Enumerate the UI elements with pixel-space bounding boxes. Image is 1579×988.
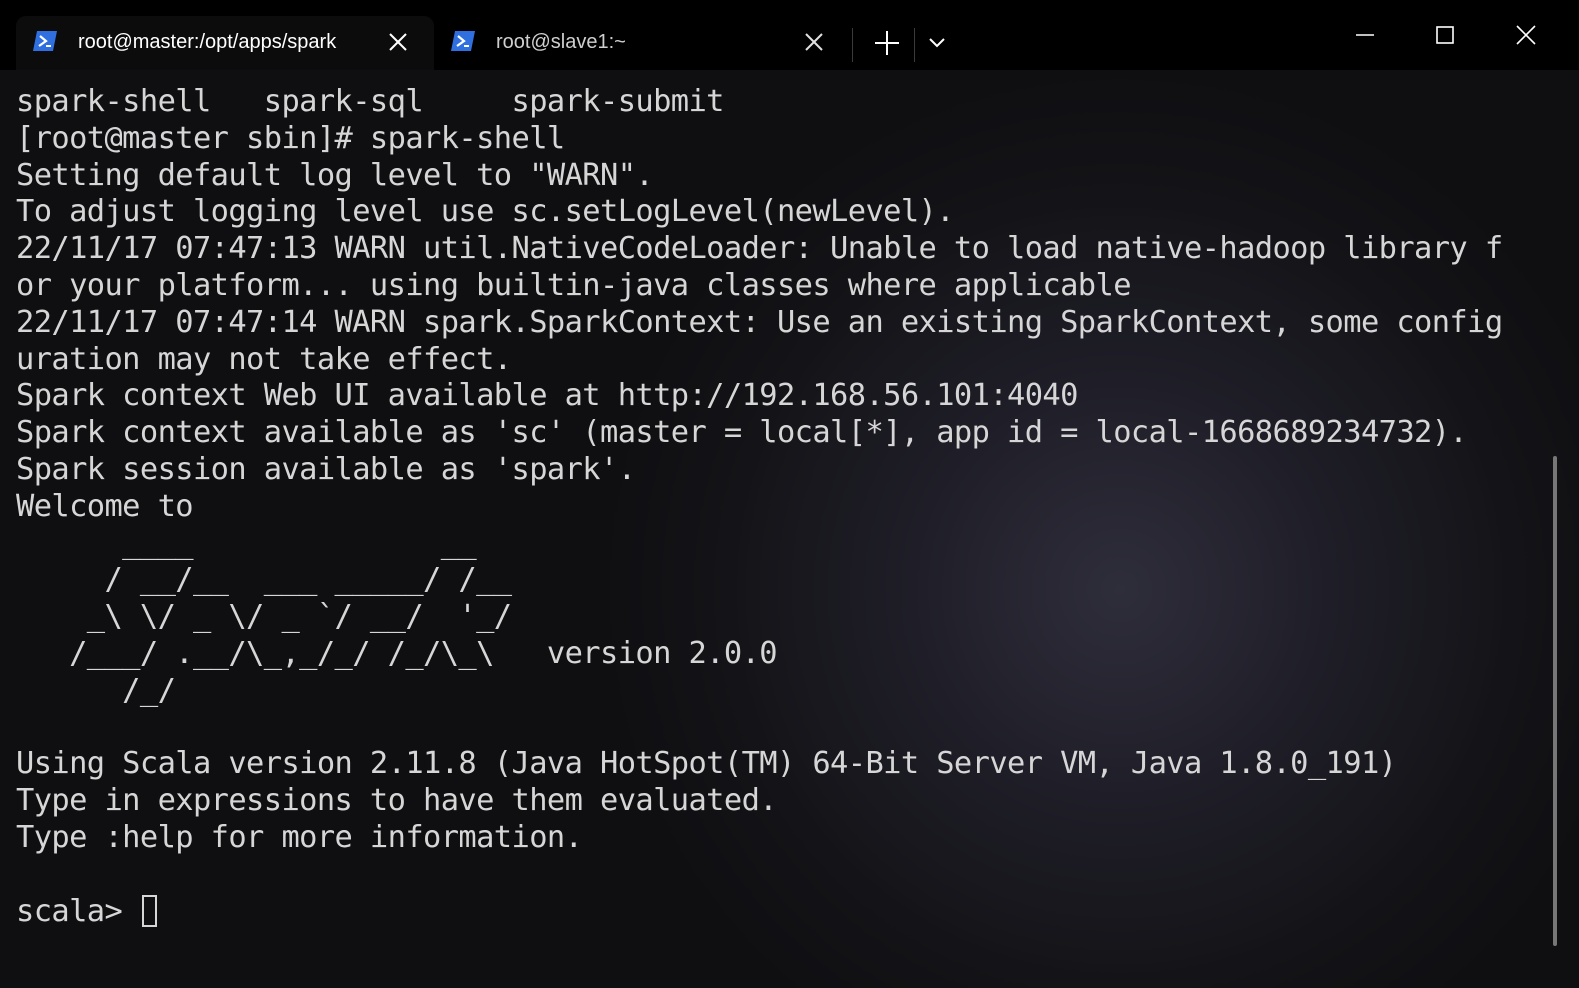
terminal-line: [root@master sbin]# spark-shell: [16, 120, 565, 156]
title-bar: root@master:/opt/apps/spark root@slave1:…: [0, 0, 1579, 70]
terminal-line: Using Scala version 2.11.8 (Java HotSpot…: [16, 746, 1397, 782]
text-cursor: [141, 894, 157, 927]
close-icon[interactable]: [804, 32, 824, 52]
terminal-line: Spark session available as 'spark'.: [16, 451, 636, 487]
terminal-line: spark-shell spark-sql spark-submit: [16, 84, 724, 119]
tab-separator: [852, 28, 853, 62]
terminal-window: root@master:/opt/apps/spark root@slave1:…: [0, 0, 1579, 988]
terminal-line: _\ \/ _ \/ _ `/ __/ '_/: [16, 599, 512, 635]
tab-slave1[interactable]: root@slave1:~: [436, 16, 846, 70]
terminal-line: or your platform... using builtin-java c…: [16, 267, 1132, 303]
terminal-line: Type :help for more information.: [16, 819, 583, 855]
terminal-line: / __/__ ___ _____/ /__: [16, 562, 512, 598]
terminal-output[interactable]: spark-shell spark-sql spark-submit [root@…: [16, 84, 1536, 974]
prompt-line[interactable]: scala>: [16, 894, 1536, 931]
powershell-icon: [33, 31, 57, 51]
terminal-line: uration may not take effect.: [16, 341, 512, 377]
tab-title: root@master:/opt/apps/spark: [78, 31, 337, 53]
terminal-line: To adjust logging level use sc.setLogLev…: [16, 194, 955, 230]
terminal-line: /___/ .__/\_,_/_/ /_/\_\ version 2.0.0: [16, 635, 777, 671]
maximize-icon[interactable]: [1430, 20, 1460, 50]
terminal-line: 22/11/17 07:47:14 WARN spark.SparkContex…: [16, 304, 1503, 340]
terminal-line: ____ __: [16, 525, 477, 561]
chevron-down-icon[interactable]: [928, 36, 946, 50]
minimize-icon[interactable]: [1350, 20, 1380, 50]
tab-separator: [914, 28, 915, 62]
terminal-line: 22/11/17 07:47:13 WARN util.NativeCodeLo…: [16, 231, 1503, 267]
scala-prompt: scala>: [16, 893, 140, 929]
close-window-icon[interactable]: [1511, 20, 1541, 50]
close-icon[interactable]: [388, 32, 408, 52]
tab-title: root@slave1:~: [496, 31, 626, 53]
tab-master[interactable]: root@master:/opt/apps/spark: [16, 16, 434, 70]
terminal-line: Welcome to: [16, 488, 194, 524]
powershell-icon: [451, 31, 475, 51]
terminal-line: Spark context Web UI available at http:/…: [16, 378, 1078, 414]
scrollbar-thumb[interactable]: [1553, 456, 1557, 946]
terminal-line: Type in expressions to have them evaluat…: [16, 783, 778, 819]
terminal-line: Spark context available as 'sc' (master …: [16, 415, 1468, 451]
terminal-line: /_/: [16, 672, 176, 708]
terminal-line: Setting default log level to "WARN".: [16, 157, 654, 193]
plus-icon[interactable]: [874, 30, 900, 56]
